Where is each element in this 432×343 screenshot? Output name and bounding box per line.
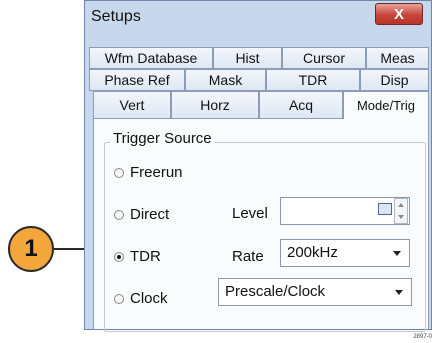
radio-clock-indicator[interactable] [114,293,124,304]
close-button[interactable]: X [375,3,423,25]
tab-row-2: Phase Ref Mask TDR Disp [89,69,429,91]
tab-row-3: Vert Horz Acq Mode/Trig [89,91,429,119]
radio-freerun[interactable]: Freerun [114,164,183,181]
tab-horz[interactable]: Horz [171,91,259,119]
radio-freerun-indicator[interactable] [114,167,124,178]
radio-tdr-indicator[interactable] [114,251,124,262]
window-title: Setups [91,8,141,25]
tab-hist[interactable]: Hist [213,47,282,69]
title-bar: Setups X [85,1,431,35]
tab-acq[interactable]: Acq [259,91,343,119]
tab-mode-trig[interactable]: Mode/Trig [343,91,429,119]
radio-direct-label: Direct [130,206,170,223]
clock-mode-value: Prescale/Clock [225,283,326,300]
radio-freerun-label: Freerun [130,164,183,181]
chevron-down-icon[interactable] [393,251,401,256]
tab-row-1: Wfm Database Hist Cursor Meas [89,47,429,69]
tab-disp[interactable]: Disp [360,69,429,91]
callout-number: 1 [8,226,54,272]
figure-code: 2897-0 [413,334,432,340]
radio-clock-label: Clock [130,290,168,307]
level-spinner[interactable] [394,198,408,224]
tab-vert[interactable]: Vert [93,91,171,119]
rate-value: 200kHz [287,244,338,261]
spin-down-icon[interactable] [398,215,404,219]
clock-mode-dropdown[interactable]: Prescale/Clock [218,278,412,306]
rate-label: Rate [232,248,264,265]
radio-tdr-label: TDR [130,248,161,265]
tab-meas[interactable]: Meas [366,47,429,69]
tab-phase-ref[interactable]: Phase Ref [89,69,185,91]
close-icon: X [393,5,404,23]
tab-strip: Wfm Database Hist Cursor Meas Phase Ref … [89,47,429,119]
mode-trig-panel: Trigger Source Freerun Direct Level TDR … [93,119,429,332]
radio-tdr[interactable]: TDR [114,248,161,265]
trigger-source-label: Trigger Source [110,130,215,147]
setups-window: Setups X Wfm Database Hist Cursor Meas P… [84,0,432,332]
radio-clock[interactable]: Clock [114,290,168,307]
tab-mask[interactable]: Mask [185,69,266,91]
spin-up-icon[interactable] [398,203,404,207]
tab-cursor[interactable]: Cursor [282,47,366,69]
rate-dropdown[interactable]: 200kHz [280,239,410,267]
chevron-down-icon[interactable] [395,290,403,295]
radio-direct-indicator[interactable] [114,209,124,220]
tab-wfm-database[interactable]: Wfm Database [89,47,213,69]
radio-direct[interactable]: Direct [114,206,169,223]
tab-tdr[interactable]: TDR [266,69,360,91]
keypad-icon[interactable] [378,203,392,215]
level-label: Level [232,205,268,222]
callout-number-label: 1 [24,235,38,262]
